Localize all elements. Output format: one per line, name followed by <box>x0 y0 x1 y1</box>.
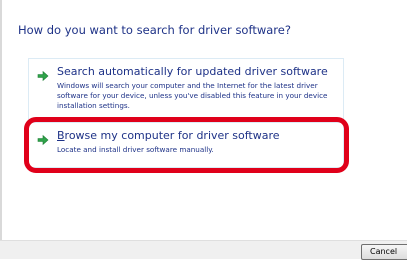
browse-computer-option[interactable]: Browse my computer for driver software L… <box>28 122 344 168</box>
search-automatically-option[interactable]: Search automatically for updated driver … <box>28 58 344 126</box>
browse-computer-description: Locate and install driver software manua… <box>57 145 214 154</box>
browse-computer-title: Browse my computer for driver software <box>57 129 280 142</box>
browse-title-rest: rowse my computer for driver software <box>64 129 280 142</box>
cancel-button[interactable]: Cancel <box>361 244 407 260</box>
update-driver-dialog: How do you want to search for driver sof… <box>0 0 407 260</box>
dialog-footer: Cancel <box>0 240 407 260</box>
access-key-letter: B <box>57 129 65 142</box>
search-automatically-title: Search automatically for updated driver … <box>57 65 328 78</box>
search-automatically-description: Windows will search your computer and th… <box>57 81 328 110</box>
window-edge <box>0 0 2 240</box>
green-arrow-icon <box>37 134 49 146</box>
green-arrow-icon <box>37 70 49 82</box>
page-heading: How do you want to search for driver sof… <box>18 23 291 37</box>
